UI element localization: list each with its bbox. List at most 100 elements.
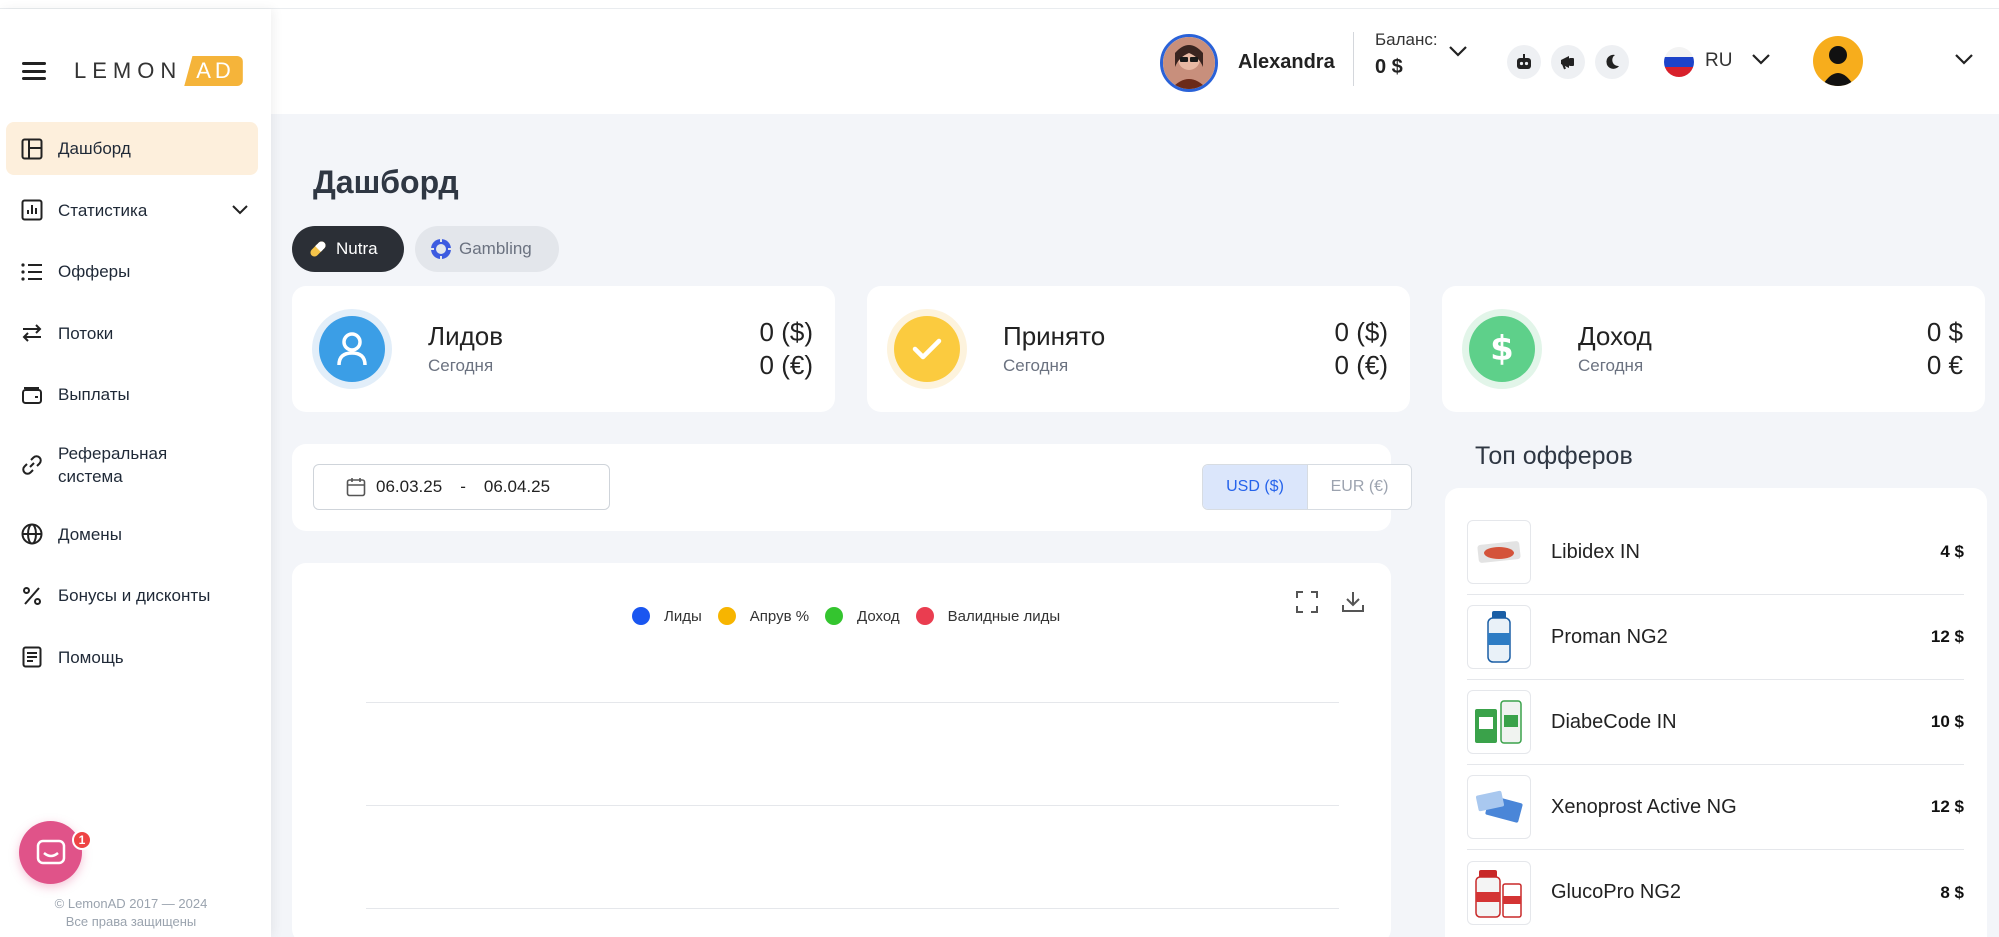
manager-avatar[interactable] — [1160, 34, 1218, 92]
stat-value-usd: 0 ($) — [759, 317, 813, 347]
bot-icon — [1517, 54, 1531, 69]
vertical-tab-label: Gambling — [459, 239, 532, 258]
logo[interactable]: LEMON AD — [74, 56, 243, 86]
svg-text:$: $ — [1490, 329, 1514, 369]
date-range-picker[interactable]: 06.03.25 - 06.04.25 — [313, 464, 610, 510]
language-chevron-down-icon[interactable] — [1752, 52, 1770, 70]
support-chat-button[interactable] — [19, 821, 82, 884]
globe-icon — [20, 522, 44, 546]
offer-thumbnail — [1467, 860, 1531, 925]
offer-name: Proman NG2 — [1551, 625, 1668, 648]
chevron-down-icon[interactable] — [232, 200, 248, 220]
stat-value-eur: 0 (€) — [759, 350, 813, 380]
layout-icon — [20, 137, 44, 161]
copyright: © LemonAD 2017 — 2024 Все права защищены — [0, 895, 262, 931]
russia-flag-icon[interactable] — [1664, 47, 1694, 77]
date-to: 06.04.25 — [483, 477, 551, 496]
pill-icon — [310, 241, 326, 257]
arrows-exchange-icon — [20, 321, 44, 345]
user-icon — [319, 316, 385, 382]
announcements-button[interactable] — [1551, 45, 1585, 79]
stat-card-accepted: Принято Сегодня 0 ($) 0 (€) — [867, 286, 1410, 412]
offer-name: GlucoPro NG2 — [1551, 881, 1682, 903]
legend-item-revenue[interactable]: Доход — [825, 607, 900, 625]
sidebar-item-dashboard[interactable]: Дашборд — [6, 122, 258, 175]
sidebar-item-help[interactable]: Помощь — [6, 631, 258, 684]
logo-row: LEMON AD — [22, 47, 243, 95]
manager-name: Alexandra — [1238, 51, 1335, 73]
balance-chevron-down-icon[interactable] — [1449, 44, 1467, 62]
top-header: Alexandra Баланс: 0 $ RU — [271, 10, 1999, 114]
legend-item-approve[interactable]: Апрув % — [717, 607, 810, 625]
stat-title: Лидов — [428, 321, 504, 351]
legend-item-leads[interactable]: Лиды — [632, 607, 702, 625]
currency-eur-button[interactable]: EUR (€) — [1307, 465, 1411, 509]
vertical-tab-label: Nutra — [336, 239, 378, 258]
stat-icon-ring: $ — [1462, 309, 1542, 389]
sidebar-item-payouts[interactable]: Выплаты — [6, 368, 258, 421]
legend-dot — [632, 607, 650, 625]
stat-card-revenue: $ Доход Сегодня 0 $ 0 € — [1442, 286, 1985, 412]
moon-icon — [1606, 54, 1619, 69]
language-selector[interactable]: RU — [1705, 50, 1732, 72]
offer-name: Libidex IN — [1551, 540, 1640, 563]
sidebar-item-streams[interactable]: Потоки — [6, 307, 258, 360]
stat-icon-ring — [312, 309, 392, 389]
sidebar-item-domains[interactable]: Домены — [6, 508, 258, 561]
offer-name: DiabeCode IN — [1551, 710, 1677, 733]
sidebar-item-offers[interactable]: Офферы — [6, 245, 258, 298]
stat-title: Принято — [1003, 321, 1106, 351]
stat-title: Доход — [1578, 321, 1652, 351]
offer-price: 12 $ — [1930, 627, 1964, 646]
link-icon — [20, 453, 44, 477]
vertical-tab-nutra[interactable]: Nutra — [292, 226, 404, 272]
stat-value-usd: 0 $ — [1926, 317, 1963, 347]
legend-label: Апрув % — [749, 607, 810, 625]
currency-usd-button[interactable]: USD ($) — [1203, 465, 1307, 509]
legend-item-valid-leads[interactable]: Валидные лиды — [915, 607, 1060, 625]
sidebar-item-bonuses[interactable]: Бонусы и дисконты — [6, 569, 258, 622]
calendar-icon — [346, 478, 366, 497]
offer-row[interactable]: Proman NG2 12 $ — [1467, 595, 1964, 680]
legend-dot — [717, 607, 736, 625]
fullscreen-icon[interactable] — [1296, 591, 1318, 618]
chart-gridline — [366, 702, 1339, 703]
stat-subtitle: Сегодня — [1578, 356, 1644, 375]
stat-value-eur: 0 € — [1926, 350, 1963, 380]
theme-toggle-button[interactable] — [1595, 45, 1629, 79]
date-separator: - — [460, 477, 466, 496]
legend-label: Лиды — [664, 607, 702, 625]
chart-card: Лиды Апрув % Доход Валидные лиды — [292, 563, 1391, 937]
check-icon — [894, 316, 960, 382]
offer-row[interactable]: DiabeCode IN 10 $ — [1467, 680, 1964, 765]
stat-subtitle: Сегодня — [428, 356, 494, 375]
menu-icon[interactable] — [22, 62, 46, 80]
user-menu-chevron-down-icon[interactable] — [1955, 52, 1973, 70]
wallet-icon — [20, 383, 44, 407]
download-icon[interactable] — [1342, 591, 1364, 618]
offer-price: 12 $ — [1930, 797, 1964, 816]
dollar-icon: $ — [1469, 316, 1535, 382]
currency-toggle: USD ($) EUR (€) — [1202, 464, 1412, 510]
sidebar-item-statistics[interactable]: Статистика — [6, 184, 258, 237]
megaphone-icon — [1561, 56, 1574, 70]
user-avatar[interactable] — [1813, 36, 1863, 86]
stat-icon-ring — [887, 309, 967, 389]
sidebar-item-referral[interactable]: Реферальная система — [6, 430, 258, 500]
vertical-tab-gambling[interactable]: Gambling — [415, 226, 559, 272]
balance-label: Баланс: — [1375, 30, 1438, 49]
sidebar-item-label: Офферы — [58, 262, 131, 281]
sidebar-item-label: Дашборд — [58, 139, 131, 158]
logo-main-text: LEMON — [74, 58, 183, 83]
notification-badge: 1 — [72, 830, 92, 850]
bot-button[interactable] — [1507, 45, 1541, 79]
offer-row[interactable]: Libidex IN 4 $ — [1467, 510, 1964, 595]
offer-row[interactable]: GlucoPro NG2 8 $ — [1467, 850, 1964, 935]
chart-legend: Лиды Апрув % Доход Валидные лиды — [632, 607, 1076, 625]
offer-price: 10 $ — [1930, 712, 1964, 731]
legend-dot — [825, 607, 844, 625]
chart-gridline — [366, 908, 1339, 909]
sidebar-item-label: Помощь — [58, 647, 124, 667]
offer-row[interactable]: Xenoprost Active NG 12 $ — [1467, 765, 1964, 850]
offer-name: Xenoprost Active NG — [1551, 795, 1737, 818]
